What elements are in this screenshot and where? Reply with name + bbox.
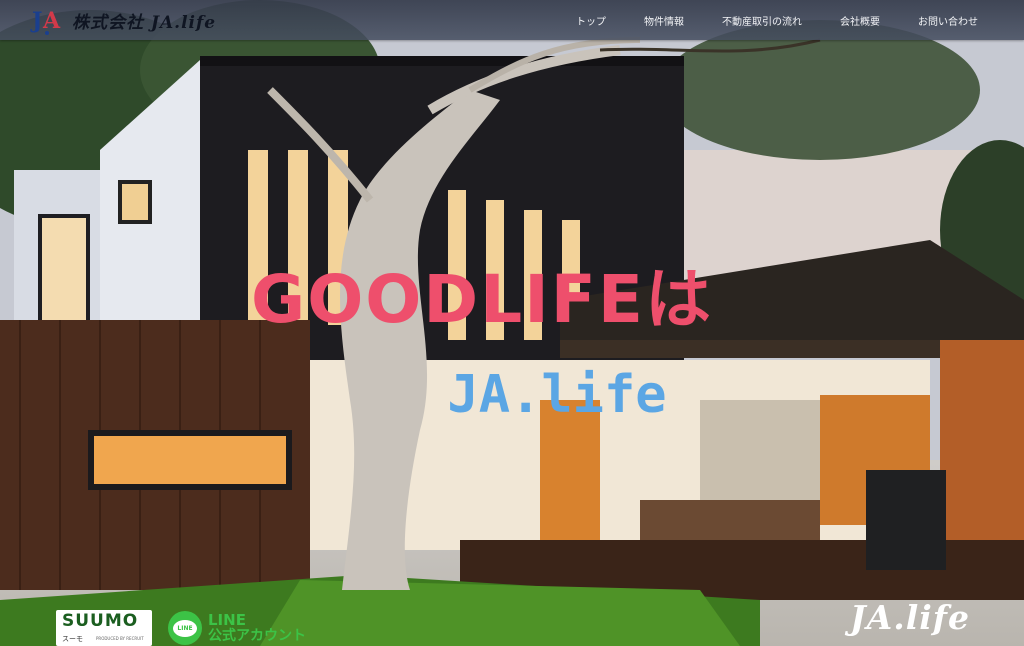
svg-text:J: J [30, 8, 42, 34]
nav-properties[interactable]: 物件情報 [644, 13, 684, 28]
line-official-account-link[interactable]: LINE LINE 公式アカウント [168, 610, 306, 646]
nav-contact[interactable]: お問い合わせ [918, 13, 978, 28]
line-title: LINE [208, 611, 246, 629]
suumo-link[interactable]: SUUMO スーモ PRODUCED BY RECRUIT [56, 610, 152, 646]
nav-company[interactable]: 会社概要 [840, 13, 880, 28]
nav-top[interactable]: トップ [576, 13, 606, 28]
ja-monogram-icon: J A [30, 4, 64, 36]
suumo-kana: スーモ [62, 635, 83, 643]
suumo-logo: SUUMO [62, 611, 139, 631]
line-icon: LINE [168, 611, 202, 645]
suumo-by: PRODUCED BY RECRUIT [96, 636, 144, 641]
logo-text: 株式会社 JA.life [72, 12, 217, 33]
hero-headline: GOODLIFEは [251, 261, 713, 338]
nav-transaction-flow[interactable]: 不動産取引の流れ [722, 13, 802, 28]
hero-subheadline: JA.life [447, 365, 667, 425]
site-header: J A 株式会社 JA.life トップ 物件情報 不動産取引の流れ 会社概要 … [0, 0, 1024, 40]
footer-logo: JA.life [850, 598, 970, 637]
main-nav: トップ 物件情報 不動産取引の流れ 会社概要 お問い合わせ [576, 0, 978, 40]
line-subtitle: 公式アカウント [208, 628, 306, 644]
site-logo[interactable]: J A 株式会社 JA.life [30, 4, 216, 36]
svg-text:A: A [42, 8, 61, 34]
